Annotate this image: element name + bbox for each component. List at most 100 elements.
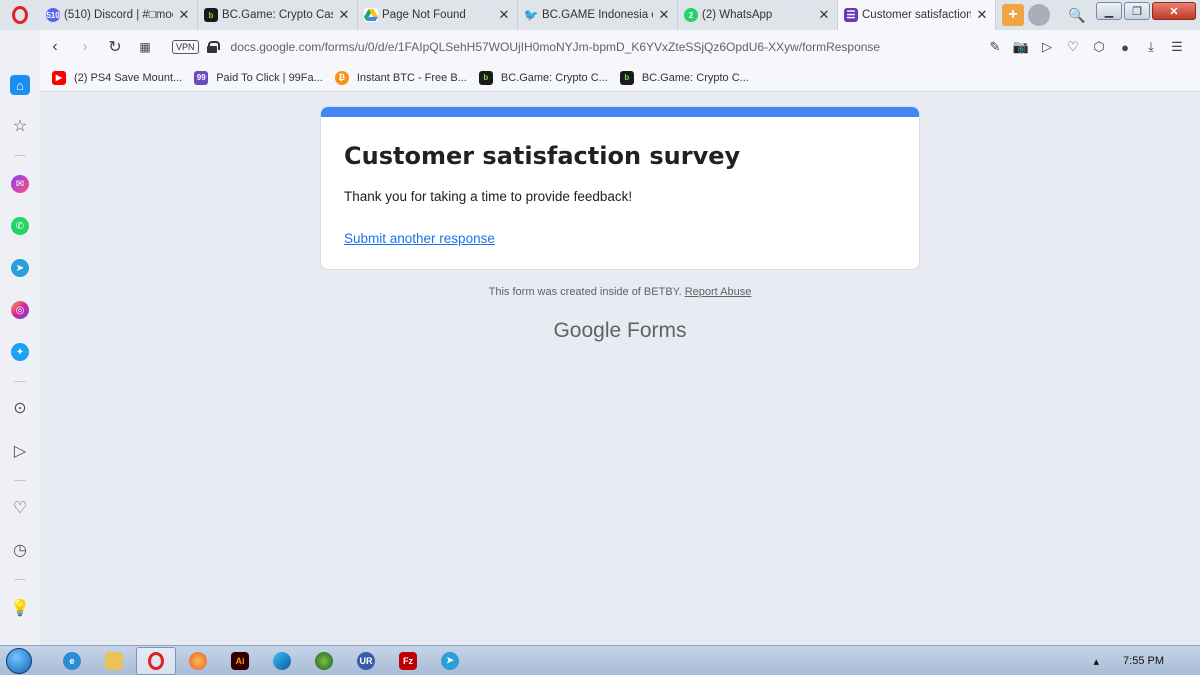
submit-another-response-link[interactable]: Submit another response bbox=[344, 231, 495, 246]
tab-discord[interactable]: 510 (510) Discord | #□moc ✕ bbox=[40, 0, 198, 30]
tray-expand-icon[interactable]: ▴ bbox=[1094, 655, 1100, 668]
lock-icon[interactable] bbox=[206, 41, 220, 53]
google-drive-icon bbox=[364, 8, 378, 22]
minimize-button[interactable]: ▁ bbox=[1096, 2, 1122, 20]
taskbar-edge[interactable] bbox=[262, 647, 302, 675]
download-icon[interactable]: ⤓ bbox=[1142, 39, 1160, 55]
tab-search-icon[interactable]: 🔍 bbox=[1068, 7, 1085, 24]
url-field[interactable]: docs.google.com/forms/u/0/d/e/1FAIpQLSeh… bbox=[231, 40, 881, 54]
bookmark-item[interactable]: ₿ Instant BTC - Free B... bbox=[334, 70, 467, 85]
back-button[interactable]: ‹ bbox=[40, 38, 70, 56]
edit-icon[interactable]: ✎ bbox=[986, 39, 1004, 55]
99faucet-icon: 99 bbox=[194, 70, 209, 85]
easy-setup-icon[interactable]: ☰ bbox=[1168, 39, 1186, 55]
tab-bcgame[interactable]: b BC.Game: Crypto Casi ✕ bbox=[198, 0, 358, 30]
form-card: Customer satisfaction survey Thank you f… bbox=[320, 106, 920, 270]
tab-snapshot-icon[interactable] bbox=[1028, 4, 1050, 26]
opera-icon bbox=[148, 651, 164, 670]
taskbar-firefox[interactable] bbox=[178, 647, 218, 675]
player-icon[interactable]: ⊙ bbox=[10, 398, 30, 418]
taskbar-illustrator[interactable]: Ai bbox=[220, 647, 260, 675]
tab-whatsapp[interactable]: 2 (2) WhatsApp ✕ bbox=[678, 0, 838, 30]
instagram-icon[interactable]: ◎ bbox=[11, 301, 29, 319]
footer-text: This form was created inside of BETBY. bbox=[488, 286, 682, 298]
form-accent-bar bbox=[321, 107, 919, 117]
heart-icon[interactable]: ♡ bbox=[10, 498, 30, 518]
bookmark-item[interactable]: 99 Paid To Click | 99Fa... bbox=[194, 70, 323, 85]
confirmation-message: Thank you for taking a time to provide f… bbox=[344, 189, 633, 204]
taskbar-file-explorer[interactable] bbox=[94, 647, 134, 675]
tab-page-not-found[interactable]: Page Not Found ✕ bbox=[358, 0, 518, 30]
close-icon[interactable]: ✕ bbox=[497, 7, 511, 23]
tab-title: BC.GAME Indonesia o bbox=[542, 9, 653, 21]
twitter-icon[interactable]: ✦ bbox=[11, 343, 29, 361]
youtube-icon: ▶ bbox=[52, 70, 66, 85]
home-icon[interactable]: ⌂ bbox=[10, 75, 30, 95]
address-actions: ✎ 📷 ▷ ♡ ⬡ ● ⤓ ☰ bbox=[986, 30, 1186, 64]
opera-logo-icon bbox=[12, 6, 28, 24]
forward-button[interactable]: › bbox=[70, 38, 100, 56]
taskbar-browser-globe[interactable] bbox=[304, 647, 344, 675]
maximize-button[interactable]: ❐ bbox=[1124, 2, 1150, 20]
taskbar-ur-browser[interactable]: UR bbox=[346, 647, 386, 675]
bookmark-label: BC.Game: Crypto C... bbox=[641, 71, 749, 84]
taskbar-internet-explorer[interactable]: e bbox=[52, 647, 92, 675]
system-tray: ▴ 7:55 PM bbox=[1094, 646, 1165, 675]
reload-button[interactable]: ↻ bbox=[100, 37, 130, 57]
folder-icon bbox=[105, 651, 123, 670]
report-abuse-link[interactable]: Report Abuse bbox=[685, 286, 752, 298]
taskbar-opera[interactable] bbox=[136, 646, 176, 675]
sidebar-divider bbox=[14, 579, 26, 580]
address-bar: ‹ › ↻ ▦ VPN docs.google.com/forms/u/0/d/… bbox=[40, 30, 1200, 64]
new-tab-button[interactable]: + bbox=[1002, 4, 1024, 26]
bcgame-icon: b bbox=[619, 70, 634, 85]
bookmarks-bar: ▶ (2) PS4 Save Mount... 99 Paid To Click… bbox=[40, 64, 1200, 92]
lightbulb-icon[interactable]: 💡 bbox=[10, 598, 30, 618]
bookmark-item[interactable]: b BC.Game: Crypto C... bbox=[619, 70, 749, 85]
bookmark-star-icon[interactable]: ☆ bbox=[10, 116, 30, 136]
bcgame-icon: b bbox=[478, 70, 493, 85]
illustrator-icon: Ai bbox=[231, 651, 249, 670]
edge-icon bbox=[273, 651, 291, 670]
speed-dial-icon[interactable]: ▦ bbox=[130, 40, 160, 54]
twitter-icon: 🐦 bbox=[523, 8, 539, 22]
send-icon[interactable]: ▷ bbox=[10, 441, 30, 461]
telegram-icon[interactable]: ➤ bbox=[11, 259, 29, 277]
tab-title: BC.Game: Crypto Casi bbox=[222, 9, 333, 21]
whatsapp-icon: 2 bbox=[684, 8, 698, 22]
bookmark-label: Paid To Click | 99Fa... bbox=[216, 71, 323, 84]
tab-strip: 510 (510) Discord | #□moc ✕ b BC.Game: C… bbox=[0, 0, 1200, 30]
form-title: Customer satisfaction survey bbox=[344, 142, 741, 170]
close-icon[interactable]: ✕ bbox=[975, 7, 989, 23]
globe-icon bbox=[315, 651, 333, 670]
discord-icon: 510 bbox=[46, 8, 60, 22]
vpn-badge[interactable]: VPN bbox=[172, 40, 199, 54]
bookmark-label: (2) PS4 Save Mount... bbox=[74, 71, 183, 84]
close-window-button[interactable]: ✕ bbox=[1152, 2, 1196, 20]
cube-icon[interactable]: ⬡ bbox=[1090, 39, 1108, 55]
messenger-icon[interactable]: ✉ bbox=[11, 175, 29, 193]
send-icon[interactable]: ▷ bbox=[1038, 39, 1056, 55]
taskbar-filezilla[interactable]: Fz bbox=[388, 647, 428, 675]
whatsapp-icon[interactable]: ✆ bbox=[11, 217, 29, 235]
camera-icon[interactable]: 📷 bbox=[1012, 39, 1030, 55]
bookmark-item[interactable]: b BC.Game: Crypto C... bbox=[478, 70, 608, 85]
bookmark-item[interactable]: ▶ (2) PS4 Save Mount... bbox=[52, 70, 183, 85]
bcgame-icon: b bbox=[204, 8, 218, 22]
tab-customer-satisfaction[interactable]: ☰ Customer satisfaction ✕ bbox=[838, 0, 996, 30]
tab-twitter[interactable]: 🐦 BC.GAME Indonesia o ✕ bbox=[518, 0, 678, 30]
tab-title: (2) WhatsApp bbox=[702, 9, 773, 21]
taskbar-telegram[interactable]: ➤ bbox=[430, 647, 470, 675]
account-icon[interactable]: ● bbox=[1116, 40, 1134, 55]
close-icon[interactable]: ✕ bbox=[337, 7, 351, 23]
close-icon[interactable]: ✕ bbox=[657, 7, 671, 23]
start-button[interactable] bbox=[0, 646, 38, 675]
opera-menu-button[interactable] bbox=[0, 0, 40, 30]
close-icon[interactable]: ✕ bbox=[817, 7, 831, 23]
heart-icon[interactable]: ♡ bbox=[1064, 39, 1082, 55]
clock[interactable]: 7:55 PM bbox=[1123, 655, 1164, 667]
history-icon[interactable]: ◷ bbox=[10, 540, 30, 560]
google-forms-logo[interactable]: Google Forms bbox=[40, 319, 1200, 343]
close-icon[interactable]: ✕ bbox=[177, 7, 191, 23]
bitcoin-icon: ₿ bbox=[334, 70, 349, 85]
